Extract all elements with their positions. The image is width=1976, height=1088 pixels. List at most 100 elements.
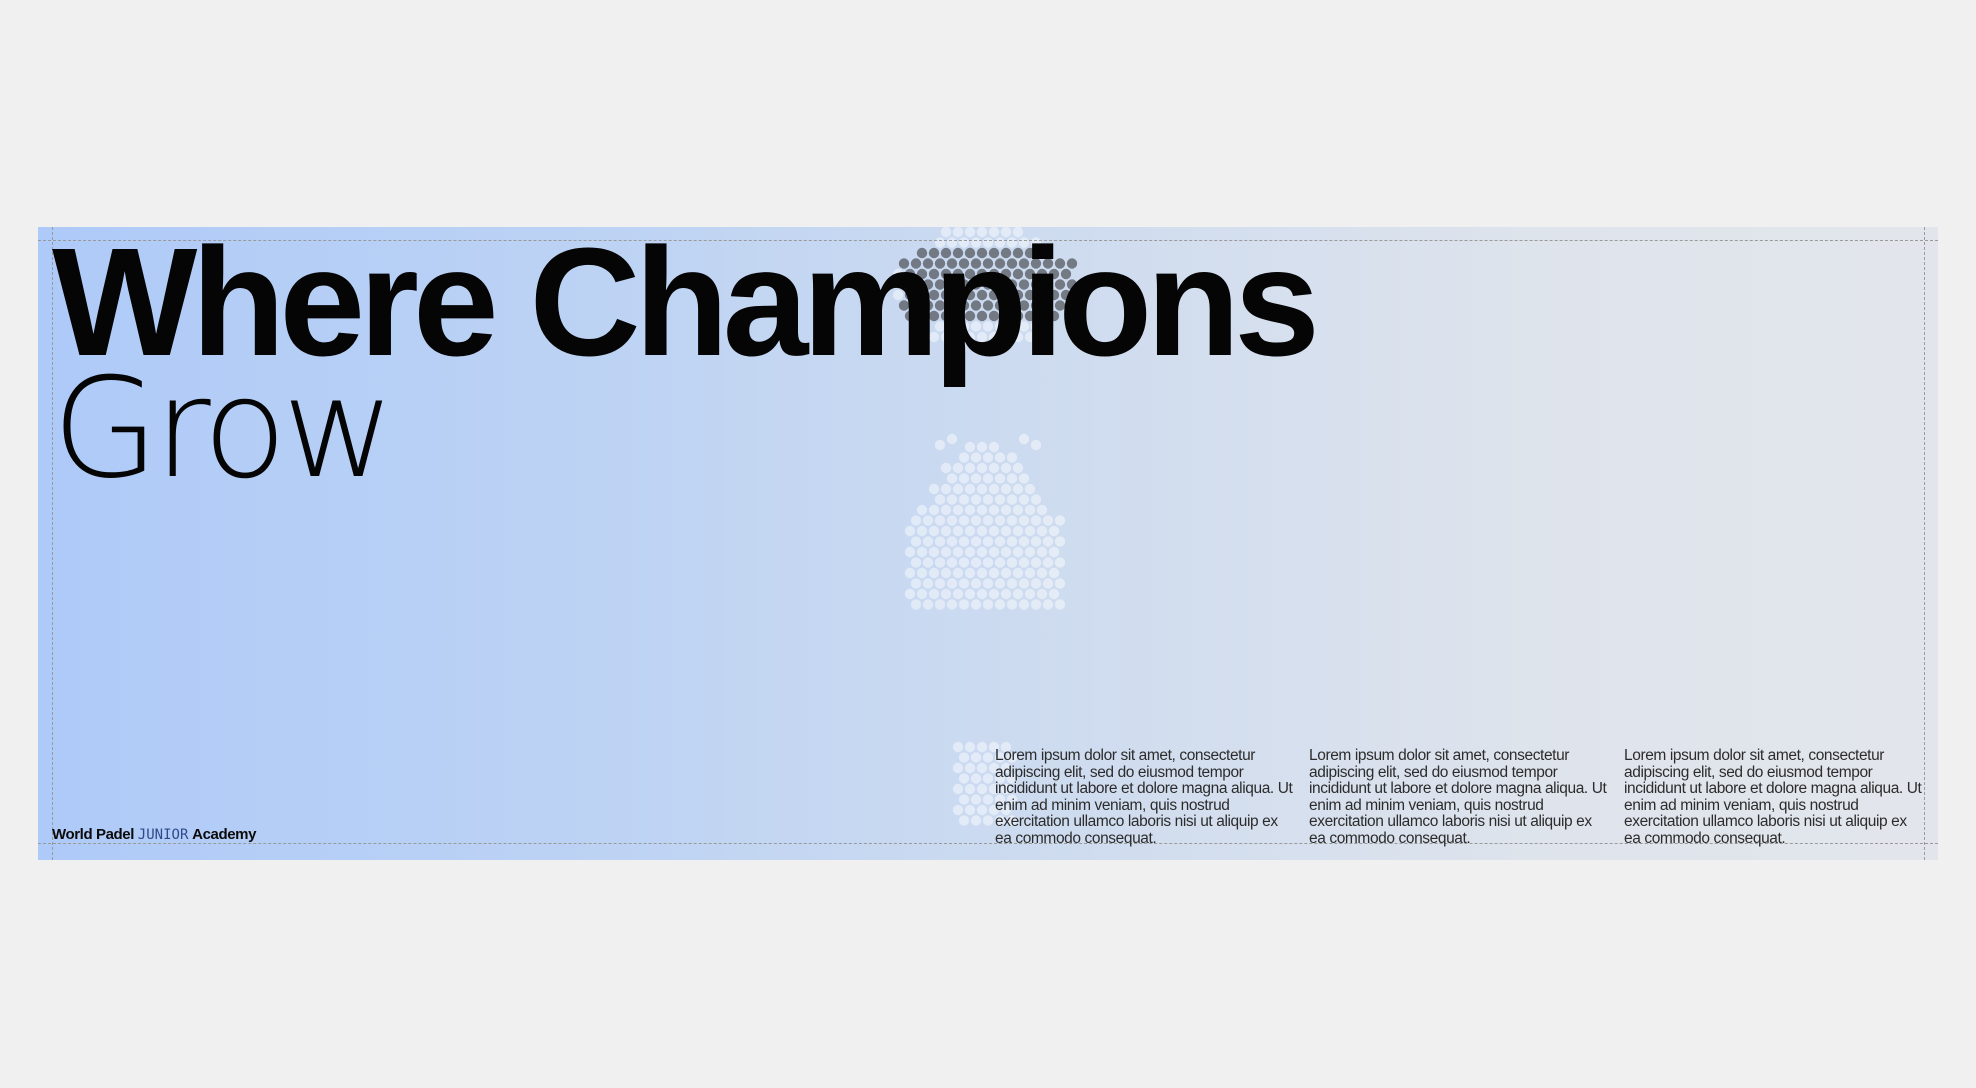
motif-dot: [994, 599, 1006, 610]
motif-dot: [910, 515, 922, 526]
motif-dot: [994, 557, 1006, 568]
motif-dot: [994, 578, 1006, 589]
motif-dot: [1042, 599, 1054, 610]
motif-dot: [994, 494, 1006, 505]
motif-dot: [1036, 546, 1048, 558]
motif-dot: [1042, 578, 1054, 589]
motif-dot: [928, 546, 940, 558]
motif-dot: [946, 578, 958, 589]
motif-dot: [964, 804, 976, 816]
motif-dot: [988, 567, 1000, 579]
motif-dot: [922, 557, 934, 568]
motif-dot: [1000, 588, 1012, 600]
motif-dot: [946, 536, 958, 547]
motif-dot: [1030, 515, 1042, 526]
motif-dot: [976, 588, 988, 600]
motif-dot: [976, 525, 988, 537]
motif-dot: [934, 578, 946, 589]
motif-dot: [922, 536, 934, 547]
motif-dot: [1006, 536, 1018, 547]
motif-dot: [958, 815, 970, 826]
motif-dot: [940, 588, 952, 600]
motif-dot: [1048, 546, 1060, 558]
motif-dot: [976, 804, 988, 816]
motif-dot: [1012, 504, 1024, 516]
motif-dot: [1024, 525, 1036, 537]
motif-dot: [934, 515, 946, 526]
guide-line-right: [1924, 227, 1925, 860]
motif-dot: [904, 525, 916, 537]
motif-dot: [904, 546, 916, 558]
motif-dot: [1054, 578, 1066, 589]
motif-dot: [970, 515, 982, 526]
motif-dot: [1030, 536, 1042, 547]
brand-junior: JUNIOR: [137, 827, 189, 843]
motif-dot: [916, 546, 928, 558]
motif-dot: [952, 588, 964, 600]
motif-dot: [934, 557, 946, 568]
motif-dot: [964, 741, 976, 753]
motif-dot: [1030, 494, 1042, 505]
motif-dot: [988, 504, 1000, 516]
motif-dot: [964, 588, 976, 600]
motif-dot: [952, 567, 964, 579]
motif-dot: [1006, 494, 1018, 505]
motif-dot: [952, 783, 964, 795]
motif-dot: [1042, 557, 1054, 568]
canvas: Where Champions Grow Lorem ipsum dolor s…: [0, 0, 1976, 1088]
motif-dot: [982, 815, 994, 826]
motif-dot: [982, 773, 994, 784]
motif-dot: [964, 546, 976, 558]
motif-dot: [1024, 504, 1036, 516]
motif-dot: [976, 546, 988, 558]
motif-dot: [970, 794, 982, 805]
motif-dot: [1054, 599, 1066, 610]
motif-dot: [958, 557, 970, 568]
motif-dot: [940, 546, 952, 558]
motif-dot: [970, 578, 982, 589]
motif-dot: [904, 588, 916, 600]
motif-dot: [982, 557, 994, 568]
body-column-1: Lorem ipsum dolor sit amet, consectetur …: [995, 747, 1293, 847]
motif-dot: [958, 536, 970, 547]
motif-dot: [1000, 504, 1012, 516]
motif-dot: [922, 515, 934, 526]
motif-dot: [928, 504, 940, 516]
motif-dot: [970, 815, 982, 826]
motif-dot: [952, 504, 964, 516]
motif-dot: [934, 536, 946, 547]
motif-dot: [1000, 525, 1012, 537]
motif-dot: [922, 599, 934, 610]
motif-dot: [1030, 557, 1042, 568]
motif-dot: [982, 794, 994, 805]
motif-dot: [952, 804, 964, 816]
motif-dot: [958, 752, 970, 763]
motif-dot: [940, 504, 952, 516]
motif-dot: [910, 536, 922, 547]
motif-dot: [922, 578, 934, 589]
motif-dot: [970, 494, 982, 505]
brand-academy: Academy: [192, 826, 257, 843]
motif-dot: [928, 567, 940, 579]
motif-dot: [1030, 599, 1042, 610]
motif-dot: [916, 588, 928, 600]
motif-dot: [1042, 536, 1054, 547]
motif-dot: [958, 599, 970, 610]
motif-dot: [1054, 515, 1066, 526]
motif-dot: [916, 525, 928, 537]
motif-dot: [970, 773, 982, 784]
motif-dot: [1030, 578, 1042, 589]
motif-dot: [988, 588, 1000, 600]
motif-dot: [994, 515, 1006, 526]
motif-dot: [1012, 525, 1024, 537]
motif-dot: [982, 752, 994, 763]
motif-dot: [940, 525, 952, 537]
motif-dot: [1006, 578, 1018, 589]
motif-dot: [952, 525, 964, 537]
motif-dot: [910, 578, 922, 589]
motif-dot: [964, 504, 976, 516]
motif-dot: [982, 599, 994, 610]
motif-dot: [1042, 515, 1054, 526]
motif-dot: [1048, 567, 1060, 579]
motif-dot: [970, 599, 982, 610]
